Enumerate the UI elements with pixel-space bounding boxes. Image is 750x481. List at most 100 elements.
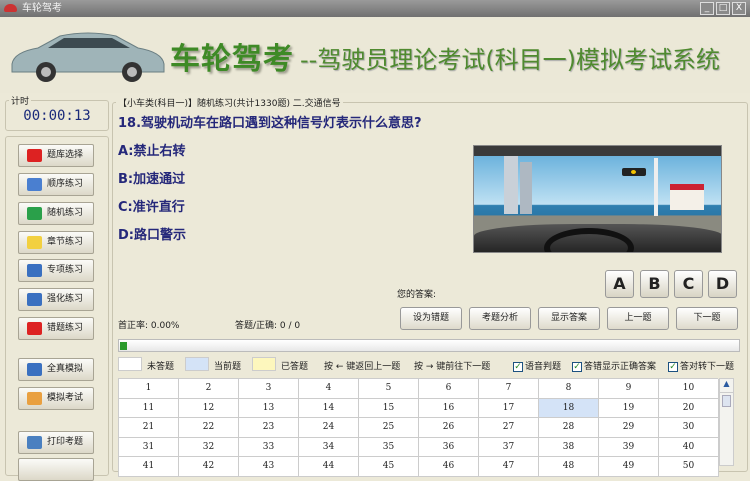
question-cell[interactable]: 42 [179,457,239,477]
window-title: 车轮驾考 [22,3,62,14]
question-cell[interactable]: 45 [359,457,419,477]
auto-next-checkbox[interactable]: ✓ 答对转下一题 [668,359,734,372]
answer-b-button[interactable]: B [640,270,669,298]
show-answer-button[interactable]: 显示答案 [538,307,600,330]
sidebar-button-label: 强化练习 [47,294,84,304]
mark-wrong-button[interactable]: 设为错题 [400,307,462,330]
question-cell[interactable]: 19 [599,398,659,418]
question-cell[interactable]: 10 [659,379,719,399]
grid-scrollbar[interactable]: ▲ [719,378,734,466]
answered-stat: 答题/正确: 0 / 0 [235,321,301,331]
note-icon [27,236,42,249]
question-cell[interactable]: 9 [599,379,659,399]
maximize-button[interactable]: □ [716,2,730,15]
question-cell[interactable]: 30 [659,418,719,438]
analysis-button[interactable]: 考题分析 [469,307,531,330]
question-cell[interactable]: 29 [599,418,659,438]
option-c[interactable]: C:准许直行 [118,196,185,215]
question-cell[interactable]: 20 [659,398,719,418]
question-cell[interactable]: 8 [539,379,599,399]
question-cell[interactable]: 12 [179,398,239,418]
sidebar-button-2[interactable]: 随机练习 [18,202,94,225]
question-cell[interactable]: 17 [479,398,539,418]
checkbox-icon[interactable]: ✓ [513,361,523,372]
sidebar-button-9[interactable]: 打印考题 [18,431,94,454]
sidebar-button-more[interactable] [18,458,94,481]
checkbox-icon[interactable]: ✓ [668,361,678,372]
question-cell[interactable]: 31 [119,437,179,457]
question-cell[interactable]: 41 [119,457,179,477]
question-cell[interactable]: 11 [119,398,179,418]
minimize-button[interactable]: _ [700,2,714,15]
answer-d-button[interactable]: D [708,270,737,298]
question-cell[interactable]: 4 [299,379,359,399]
sidebar-button-5[interactable]: 强化练习 [18,288,94,311]
question-cell[interactable]: 32 [179,437,239,457]
question-cell[interactable]: 27 [479,418,539,438]
question-cell[interactable]: 38 [539,437,599,457]
printer-icon [27,436,42,449]
question-cell[interactable]: 35 [359,437,419,457]
question-cell[interactable]: 14 [299,398,359,418]
question-cell[interactable]: 37 [479,437,539,457]
question-cell[interactable]: 22 [179,418,239,438]
question-cell[interactable]: 43 [239,457,299,477]
option-b[interactable]: B:加速通过 [118,168,185,187]
sidebar-button-0[interactable]: 题库选择 [18,144,94,167]
question-cell[interactable]: 34 [299,437,359,457]
legend-answered: 已答题 [281,362,309,372]
question-cell[interactable]: 13 [239,398,299,418]
checkbox-icon[interactable]: ✓ [572,361,582,372]
answer-c-button[interactable]: C [674,270,703,298]
prev-key-hint: 按 ← 键返回上一题 [324,362,401,372]
option-a[interactable]: A:禁止右转 [118,140,186,159]
sidebar-button-label: 随机练习 [47,208,84,218]
question-cell[interactable]: 2 [179,379,239,399]
refresh-icon [27,207,42,220]
option-d[interactable]: D:路口警示 [118,224,186,243]
sidebar-button-6[interactable]: 错题练习 [18,317,94,340]
question-cell[interactable]: 33 [239,437,299,457]
question-cell[interactable]: 26 [419,418,479,438]
answer-a-button[interactable]: A [605,270,634,298]
question-cell[interactable]: 21 [119,418,179,438]
scroll-thumb[interactable] [722,395,731,407]
question-cell[interactable]: 49 [599,457,659,477]
question-cell[interactable]: 16 [419,398,479,418]
question-cell[interactable]: 40 [659,437,719,457]
sidebar-button-3[interactable]: 章节练习 [18,231,94,254]
sidebar-button-1[interactable]: 顺序练习 [18,173,94,196]
question-cell[interactable]: 18 [539,398,599,418]
question-cell[interactable]: 23 [239,418,299,438]
question-cell[interactable]: 44 [299,457,359,477]
scroll-up-icon[interactable]: ▲ [720,379,733,393]
question-cell[interactable]: 50 [659,457,719,477]
calendar-icon [27,392,42,405]
question-cell[interactable]: 1 [119,379,179,399]
sidebar-button-4[interactable]: 专项练习 [18,259,94,282]
question-cell[interactable]: 47 [479,457,539,477]
lighthouse [654,158,658,216]
question-cell[interactable]: 28 [539,418,599,438]
question-cell[interactable]: 6 [419,379,479,399]
question-cell[interactable]: 3 [239,379,299,399]
question-cell[interactable]: 39 [599,437,659,457]
voice-judge-checkbox[interactable]: ✓ 语音判题 [513,359,561,372]
question-cell[interactable]: 5 [359,379,419,399]
question-cell[interactable]: 46 [419,457,479,477]
sidebar-button-label: 模拟考试 [47,393,84,403]
sidebar-button-7[interactable]: 全真模拟 [18,358,94,381]
question-cell[interactable]: 7 [479,379,539,399]
question-cell[interactable]: 48 [539,457,599,477]
question-cell[interactable]: 36 [419,437,479,457]
traffic-light-scene-image [473,145,722,253]
show-correct-checkbox[interactable]: ✓ 答错显示正确答案 [572,359,656,372]
question-cell[interactable]: 25 [359,418,419,438]
question-cell[interactable]: 15 [359,398,419,418]
prev-question-button[interactable]: 上一题 [607,307,669,330]
sidebar-button-8[interactable]: 模拟考试 [18,387,94,410]
question-cell[interactable]: 24 [299,418,359,438]
chart-icon [27,293,42,306]
close-button[interactable]: X [732,2,746,15]
next-question-button[interactable]: 下一题 [676,307,738,330]
